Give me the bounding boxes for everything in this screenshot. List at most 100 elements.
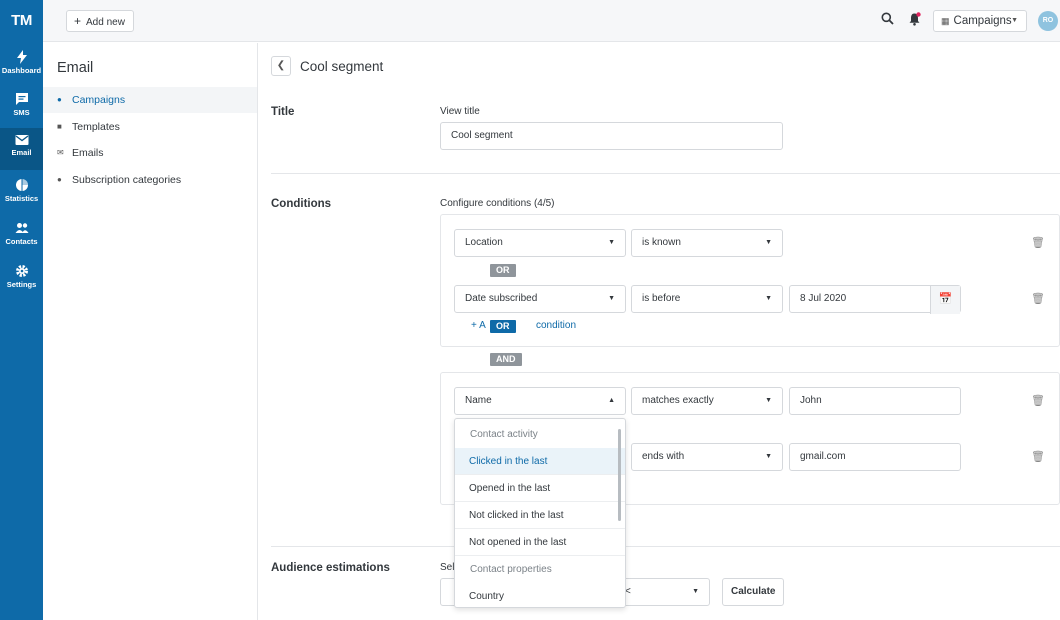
select-value: ends with bbox=[642, 451, 685, 462]
sidebar-item-label: Templates bbox=[72, 121, 120, 133]
plus-icon: + bbox=[74, 14, 82, 28]
rail-item-label: Email bbox=[11, 148, 32, 157]
top-bar: + Add new ▦ Campaigns ▼ RO bbox=[43, 0, 1060, 42]
page-title: Cool segment bbox=[300, 59, 384, 74]
field-dropdown-menu: Contact activity Clicked in the last Ope… bbox=[454, 418, 626, 608]
sidebar-item-campaigns[interactable]: ● Campaigns bbox=[43, 87, 257, 113]
and-tag: AND bbox=[490, 353, 522, 366]
dropdown-option[interactable]: Clicked in the last bbox=[455, 448, 625, 475]
select-value: matches exactly bbox=[642, 395, 714, 406]
sidebar-item-emails[interactable]: ✉ Emails bbox=[43, 140, 257, 166]
add-condition-button[interactable]: + A bbox=[471, 320, 486, 331]
rail-item-label: Contacts bbox=[5, 237, 38, 246]
divider bbox=[271, 546, 1060, 547]
rail-item-email[interactable]: Email bbox=[0, 128, 43, 170]
chat-icon bbox=[15, 93, 28, 105]
sidebar-item-label: Campaigns bbox=[72, 94, 126, 106]
condition-operator-select[interactable]: matches exactly ▼ bbox=[631, 387, 783, 415]
dropdown-option[interactable]: Not clicked in the last bbox=[455, 502, 625, 529]
add-new-button[interactable]: + Add new bbox=[66, 10, 134, 32]
bell-icon[interactable] bbox=[908, 12, 921, 26]
view-title-input[interactable]: Cool segment bbox=[440, 122, 783, 150]
view-title-label: View title bbox=[440, 106, 480, 117]
audience-field-label-fragment: Sel bbox=[440, 562, 455, 573]
bolt-icon bbox=[16, 50, 27, 64]
rail-item-label: Settings bbox=[6, 280, 37, 289]
dropdown-group-header: Contact properties bbox=[470, 564, 552, 575]
rail-item-label: Statistics bbox=[4, 194, 39, 203]
or-tag-dragging[interactable]: OR bbox=[490, 320, 516, 333]
search-icon[interactable] bbox=[881, 12, 894, 25]
chevron-down-icon: ▼ bbox=[765, 397, 772, 404]
sidebar-item-label: Subscription categories bbox=[72, 174, 182, 186]
pie-chart-icon bbox=[15, 179, 28, 191]
avatar[interactable]: RO bbox=[1038, 11, 1058, 31]
dropdown-group-header: Contact activity bbox=[470, 429, 538, 440]
condition-operator-select[interactable]: ends with ▼ bbox=[631, 443, 783, 471]
chevron-down-icon: ▼ bbox=[765, 239, 772, 246]
trash-icon[interactable]: 🗑 bbox=[1031, 292, 1045, 305]
condition-group: Location ▼ is known ▼ 🗑 OR Date subscrib… bbox=[440, 214, 1060, 347]
title-section-label: Title bbox=[271, 106, 295, 118]
add-condition-label[interactable]: condition bbox=[536, 320, 576, 331]
chevron-left-icon: ❮ bbox=[276, 60, 286, 71]
rail-item-dashboard[interactable]: Dashboard bbox=[0, 44, 43, 86]
calendar-icon: 📅 bbox=[938, 293, 953, 305]
conditions-section-label: Conditions bbox=[271, 198, 332, 210]
main-content: ❮ Cool segment Title View title Cool seg… bbox=[258, 43, 1060, 620]
sidebar-title: Email bbox=[57, 60, 94, 76]
add-new-label: Add new bbox=[86, 17, 125, 28]
condition-field-select[interactable]: Location ▼ bbox=[454, 229, 626, 257]
divider bbox=[271, 173, 1060, 174]
dropdown-option[interactable]: Country bbox=[455, 583, 625, 607]
plus-icon: + bbox=[471, 320, 477, 331]
chevron-up-icon: ▲ bbox=[608, 397, 615, 404]
select-value: is known bbox=[642, 237, 681, 248]
contacts-icon bbox=[15, 223, 28, 233]
condition-operator-select[interactable]: is known ▼ bbox=[631, 229, 783, 257]
rail-item-statistics[interactable]: Statistics bbox=[0, 172, 43, 214]
chevron-down-icon: ▼ bbox=[692, 588, 699, 595]
date-value: 8 Jul 2020 bbox=[800, 293, 847, 304]
condition-value-input[interactable]: John bbox=[789, 387, 961, 415]
trash-icon[interactable]: 🗑 bbox=[1031, 450, 1045, 463]
campaigns-select[interactable]: ▦ Campaigns ▼ bbox=[933, 10, 1027, 32]
trash-icon[interactable]: 🗑 bbox=[1031, 236, 1045, 249]
sidebar-item-subscription-categories[interactable]: ● Subscription categories bbox=[43, 167, 257, 193]
chevron-down-icon: ▼ bbox=[608, 239, 615, 246]
calculate-button[interactable]: Calculate bbox=[722, 578, 785, 606]
grid-icon: ▦ bbox=[941, 16, 950, 26]
condition-operator-select[interactable]: is before ▼ bbox=[631, 285, 783, 313]
chevron-down-icon: ▼ bbox=[608, 295, 615, 302]
dropdown-option[interactable]: Not opened in the last bbox=[455, 529, 625, 556]
campaigns-select-label: Campaigns bbox=[953, 15, 1012, 27]
condition-field-select[interactable]: Name ▲ bbox=[454, 387, 626, 415]
condition-value-input[interactable]: gmail.com bbox=[789, 443, 961, 471]
sidebar-item-templates[interactable]: ■ Templates bbox=[43, 114, 257, 140]
chevron-down-icon: ▼ bbox=[1011, 17, 1018, 24]
select-value: Name bbox=[465, 395, 492, 406]
date-input[interactable]: 8 Jul 2020 📅 bbox=[789, 285, 961, 314]
rail-item-label: Dashboard bbox=[1, 66, 42, 75]
people-icon: ● bbox=[57, 95, 62, 105]
chevron-down-icon: ▼ bbox=[765, 453, 772, 460]
select-value: Location bbox=[465, 237, 503, 248]
email-sidebar: Email ● Campaigns ■ Templates ✉ Emails ● Sub… bbox=[43, 43, 258, 620]
rail-item-settings[interactable]: Settings bbox=[0, 258, 43, 300]
select-value: Date subscribed bbox=[465, 293, 538, 304]
envelope-icon: ✉ bbox=[57, 148, 64, 158]
envelope-icon bbox=[15, 135, 28, 145]
rail-item-contacts[interactable]: Contacts bbox=[0, 215, 43, 257]
back-button[interactable]: ❮ bbox=[271, 56, 291, 76]
dropdown-option[interactable]: Opened in the last bbox=[455, 475, 625, 502]
rail-item-sms[interactable]: SMS bbox=[0, 86, 43, 128]
dropdown-scrollbar[interactable] bbox=[618, 429, 621, 521]
gear-icon bbox=[15, 265, 28, 277]
or-tag: OR bbox=[490, 264, 516, 277]
configure-conditions-label: Configure conditions (4/5) bbox=[440, 198, 555, 209]
add-condition-fragment: A bbox=[479, 320, 486, 331]
condition-field-select[interactable]: Date subscribed ▼ bbox=[454, 285, 626, 313]
trash-icon[interactable]: 🗑 bbox=[1031, 394, 1045, 407]
app-logo[interactable]: TM bbox=[0, 12, 43, 29]
calendar-button[interactable]: 📅 bbox=[930, 286, 960, 314]
